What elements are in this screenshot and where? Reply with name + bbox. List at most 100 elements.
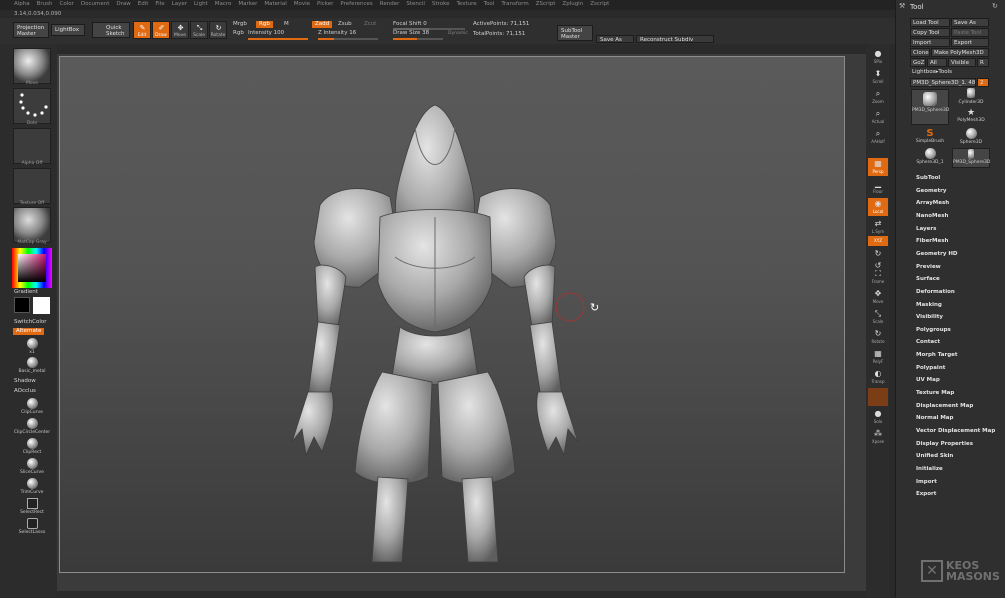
ghost-button[interactable] [868, 388, 888, 406]
menu-item-zplugin[interactable]: Zplugin [562, 1, 583, 10]
tool-subpalette-visibility[interactable]: Visibility [916, 314, 943, 320]
menu-item-draw[interactable]: Draw [116, 1, 130, 10]
load-tool-button[interactable]: Load Tool [910, 18, 950, 27]
tool-subpalette-displacement-map[interactable]: Displacement Map [916, 403, 973, 409]
clip-curve-tool[interactable]: ClipCurve [10, 398, 54, 415]
menu-item-brush[interactable]: Brush [37, 1, 53, 10]
menu-item-stroke[interactable]: Stroke [432, 1, 450, 10]
select-lasso-tool[interactable]: SelectLasso [10, 518, 54, 535]
edit-mode-button[interactable]: ✎ Edit [133, 21, 151, 39]
tool-subpalette-layers[interactable]: Layers [916, 226, 936, 232]
projection-master-button[interactable]: Projection Master [13, 22, 49, 38]
alternate-toggle[interactable]: Alternate [13, 328, 45, 335]
spix-button[interactable]: ● SPix [868, 48, 888, 66]
material-slot-2[interactable]: Basic_metal [10, 357, 54, 374]
save-as-button[interactable]: Save As [596, 35, 634, 43]
tool-subpalette-masking[interactable]: Masking [916, 302, 942, 308]
trim-curve-tool[interactable]: TrimCurve [10, 478, 54, 495]
rotate-view-button[interactable]: ↻ Rotate [868, 328, 888, 346]
menu-item-zscript[interactable]: Zscript [590, 1, 609, 10]
secondary-color-swatch[interactable] [14, 297, 30, 313]
xpose-button[interactable]: ⁂ Xpose [868, 428, 888, 446]
z-intensity-label[interactable]: Z Intensity 16 [318, 30, 356, 36]
material-slot-1[interactable]: x1 [10, 338, 54, 355]
tool-subpalette-display-properties[interactable]: Display Properties [916, 441, 973, 447]
menu-item-edit[interactable]: Edit [138, 1, 149, 10]
menu-item-transform[interactable]: Transform [501, 1, 528, 10]
rotate-mode-button[interactable]: ↻ Rotate [209, 21, 227, 39]
tool-subpalette-initialize[interactable]: Initialize [916, 466, 943, 472]
floor-button[interactable]: ▁ Floor [868, 178, 888, 196]
tool-subpalette-deformation[interactable]: Deformation [916, 289, 955, 295]
solo-button[interactable]: ● Solo [868, 408, 888, 426]
local-button[interactable]: ◉ Local [868, 198, 888, 216]
lightbox-button[interactable]: LightBox [51, 24, 85, 36]
import-tool-button[interactable]: Import [910, 38, 950, 47]
menu-item-preferences[interactable]: Preferences [340, 1, 372, 10]
tool-subpalette-arraymesh[interactable]: ArrayMesh [916, 200, 949, 206]
tool-subpalette-geometry-hd[interactable]: Geometry HD [916, 251, 958, 257]
menu-item-tool[interactable]: Tool [484, 1, 495, 10]
quick-sketch-button[interactable]: Quick Sketch [92, 22, 130, 38]
menu-item-stencil[interactable]: Stencil [406, 1, 425, 10]
palette-refresh-icon[interactable]: ↻ [992, 2, 998, 10]
aocclus-toggle[interactable]: AOcclus [14, 388, 36, 394]
export-tool-button[interactable]: Export [951, 38, 989, 47]
clip-circle-center-tool[interactable]: ClipCircleCenter [10, 418, 54, 435]
aahalf-button[interactable]: ⌕ AAHalf [868, 128, 888, 146]
xyz-button[interactable]: XYZ [868, 236, 888, 246]
zcut-toggle[interactable]: Zcut [364, 21, 376, 27]
tool-subpalette-texture-map[interactable]: Texture Map [916, 390, 954, 396]
subtool-thumb-cylinder3d[interactable]: Cylinder3D [952, 86, 990, 106]
tool-subpalette-export[interactable]: Export [916, 491, 936, 497]
shadow-toggle[interactable]: Shadow [14, 378, 36, 384]
persp-button[interactable]: ▦ Persp [868, 158, 888, 176]
menu-item-light[interactable]: Light [194, 1, 208, 10]
primary-color-swatch[interactable] [33, 297, 50, 314]
rgb-toggle[interactable]: Rgb [256, 21, 273, 28]
slice-curve-tool[interactable]: SliceCurve [10, 458, 54, 475]
subtool-thumb-pm3d-sphere-2[interactable]: PM3D_Sphere3D [952, 148, 990, 168]
tool-subpalette-vector-displacement-map[interactable]: Vector Displacement Map [916, 428, 995, 434]
subtool-thumb-sphere3d-1[interactable]: Sphere3D_1 [911, 148, 949, 168]
color-picker[interactable] [12, 248, 52, 288]
rgb-intensity-label[interactable]: Intensity 100 [248, 30, 284, 36]
tool-subpalette-unified-skin[interactable]: Unified Skin [916, 453, 953, 459]
subtool-master-button[interactable]: SubTool Master [557, 25, 593, 41]
frame-button[interactable]: ⛶ Frame [868, 268, 888, 286]
z-intensity-slider[interactable] [318, 38, 378, 40]
save-as-tool-button[interactable]: Save As [951, 18, 989, 27]
subtool-thumb-simplebrush[interactable]: S SimpleBrush [911, 128, 949, 148]
mrgb-toggle[interactable]: Mrgb [233, 21, 247, 27]
lightbox-tools-button[interactable]: Lightbox▸Tools [910, 68, 989, 77]
menu-item-render[interactable]: Render [380, 1, 400, 10]
menu-item-color[interactable]: Color [60, 1, 74, 10]
menu-item-zscript[interactable]: ZScript [536, 1, 556, 10]
tool-subpalette-polypaint[interactable]: Polypaint [916, 365, 945, 371]
zoom-button[interactable]: ⌕ Zoom [868, 88, 888, 106]
tool-subpalette-fibermesh[interactable]: FiberMesh [916, 238, 948, 244]
tool-subpalette-morph-target[interactable]: Morph Target [916, 352, 958, 358]
tool-subpalette-contact[interactable]: Contact [916, 339, 940, 345]
make-polymesh-button[interactable]: Make PolyMesh3D [931, 48, 989, 57]
zadd-toggle[interactable]: Zadd [312, 21, 333, 28]
color-picker-square[interactable] [18, 254, 46, 282]
goz-button[interactable]: GoZ [910, 58, 926, 67]
tool-subpalette-normal-map[interactable]: Normal Map [916, 415, 953, 421]
reconstruct-subdiv-button[interactable]: Reconstruct Subdiv [636, 35, 714, 43]
move-mode-button[interactable]: ✥ Move [171, 21, 189, 39]
brush-thumbnail[interactable] [13, 48, 51, 84]
tool-subpalette-subtool[interactable]: SubTool [916, 175, 940, 181]
tool-subpalette-import[interactable]: Import [916, 479, 937, 485]
paste-tool-button[interactable]: Paste Tool [951, 28, 989, 37]
tool-subpalette-preview[interactable]: Preview [916, 264, 941, 270]
stroke-thumbnail[interactable] [13, 88, 51, 124]
menu-item-marker[interactable]: Marker [238, 1, 257, 10]
scale-view-button[interactable]: ⤡ Scale [868, 308, 888, 326]
rgb-intensity-slider[interactable] [248, 38, 308, 40]
move-view-button[interactable]: ✥ Move [868, 288, 888, 306]
scale-mode-button[interactable]: ⤡ Scale [190, 21, 208, 39]
menu-item-texture[interactable]: Texture [457, 1, 477, 10]
draw-size-slider[interactable] [393, 38, 443, 40]
tool-subpalette-surface[interactable]: Surface [916, 276, 940, 282]
